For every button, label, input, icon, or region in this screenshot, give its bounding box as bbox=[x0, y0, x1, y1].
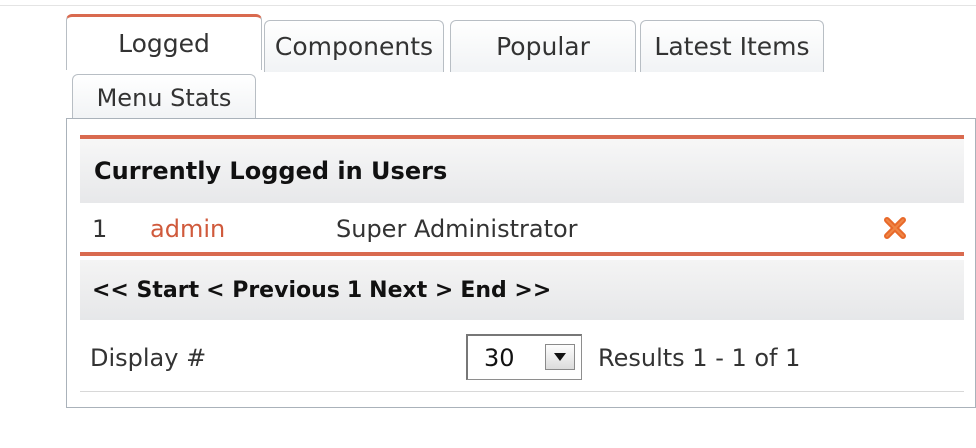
pagination-end[interactable]: End >> bbox=[460, 278, 551, 303]
display-limit-row: Display # 30 Results 1 - 1 of 1 bbox=[80, 322, 964, 392]
tab-menu-stats[interactable]: Menu Stats bbox=[72, 74, 256, 120]
tab-components-label: Components bbox=[274, 32, 434, 61]
tab-components[interactable]: Components bbox=[264, 20, 444, 72]
tab-latest-items[interactable]: Latest Items bbox=[640, 20, 824, 72]
tab-logged-label: Logged bbox=[118, 29, 210, 58]
tab-menu-stats-label: Menu Stats bbox=[96, 83, 232, 112]
table-title: Currently Logged in Users bbox=[94, 157, 448, 185]
username-link[interactable]: admin bbox=[150, 215, 225, 243]
remove-x-icon[interactable] bbox=[878, 211, 912, 245]
chevron-down-icon[interactable] bbox=[545, 344, 575, 370]
table-header: Currently Logged in Users bbox=[80, 135, 964, 203]
pagination-next[interactable]: Next > bbox=[369, 278, 453, 303]
tab-popular[interactable]: Popular bbox=[450, 20, 636, 72]
top-divider bbox=[0, 0, 976, 6]
results-count: Results 1 - 1 of 1 bbox=[598, 344, 801, 372]
display-limit-value: 30 bbox=[484, 343, 515, 372]
row-number: 1 bbox=[92, 215, 108, 243]
display-limit-select[interactable]: 30 bbox=[466, 334, 582, 380]
pagination-bar: << Start < Previous 1 Next > End >> bbox=[80, 260, 964, 320]
tab-latest-items-label: Latest Items bbox=[654, 32, 810, 61]
user-group: Super Administrator bbox=[336, 215, 578, 243]
pagination-previous[interactable]: < Previous bbox=[206, 278, 340, 303]
table-row: 1 admin Super Administrator bbox=[80, 203, 964, 256]
display-label: Display # bbox=[90, 344, 207, 372]
pagination-current-page: 1 bbox=[346, 277, 363, 303]
pagination-start[interactable]: << Start bbox=[92, 278, 199, 303]
tab-logged[interactable]: Logged bbox=[66, 14, 262, 70]
tab-popular-label: Popular bbox=[496, 32, 590, 61]
